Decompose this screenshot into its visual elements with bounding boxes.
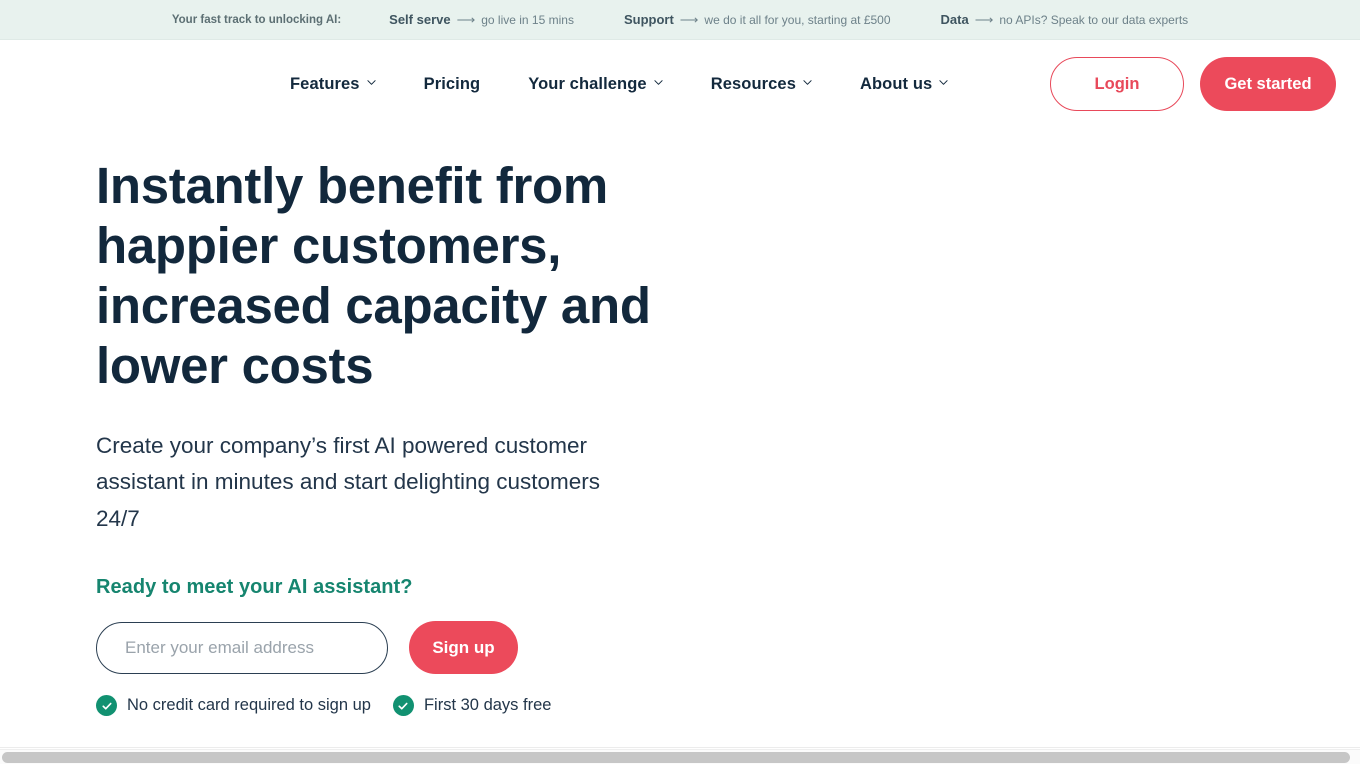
nav-item-pricing[interactable]: Pricing [424, 75, 481, 94]
check-circle-icon [392, 695, 414, 716]
page-title: Instantly benefit from happier customers… [96, 157, 651, 394]
nav-item-label: Pricing [423, 74, 481, 93]
announcement-item-self-serve[interactable]: Self serve ⟶ go live in 15 mins [389, 12, 574, 27]
nav-item-label: About us [859, 74, 933, 93]
nav-item-resources[interactable]: Resources [711, 75, 812, 94]
announcement-item-label: Support [623, 12, 674, 27]
nav-item-about-us[interactable]: About us [860, 75, 948, 94]
hero-subtitle: Create your company’s first AI powered c… [96, 432, 600, 531]
chevron-down-icon [366, 78, 376, 87]
announcement-intro: Your fast track to unlocking AI: [171, 13, 342, 26]
cta-heading: Ready to meet your AI assistant? [96, 576, 413, 598]
nav-item-label: Your challenge [528, 74, 647, 93]
email-input[interactable] [96, 621, 388, 674]
nav-links: Features Pricing Your challenge Resource… [290, 40, 948, 128]
announcement-bar: Your fast track to unlocking AI: Self se… [0, 0, 1360, 40]
announcement-item-data[interactable]: Data ⟶ no APIs? Speak to our data expert… [941, 12, 1189, 27]
nav-item-your-challenge[interactable]: Your challenge [528, 74, 663, 94]
announcement-item-desc: no APIs? Speak to our data experts [999, 13, 1189, 27]
scrollbar-thumb[interactable] [2, 752, 1350, 763]
announcement-item-label: Data [940, 12, 969, 27]
feature-tick-list: No credit card required to sign up First… [96, 695, 1360, 716]
list-item: First 30 days free [392, 695, 552, 716]
announcement-item-label: Self serve [389, 12, 451, 27]
nav-actions: Login Get started [1050, 40, 1336, 128]
horizontal-scrollbar[interactable] [0, 749, 1360, 764]
tick-label: First 30 days free [423, 696, 552, 714]
list-item: No credit card required to sign up [96, 695, 371, 716]
chevron-down-icon [939, 78, 948, 87]
announcement-item-desc: we do it all for you, starting at £500 [704, 13, 891, 27]
page-divider [0, 747, 1360, 748]
long-arrow-right-icon: ⟶ [974, 12, 994, 27]
tick-label: No credit card required to sign up [127, 696, 371, 714]
nav-item-label: Resources [710, 74, 796, 93]
hero-section: Instantly benefit from happier customers… [0, 128, 1360, 716]
announcement-item-support[interactable]: Support ⟶ we do it all for you, starting… [624, 12, 891, 27]
chevron-down-icon [803, 78, 812, 87]
signup-form: Sign up [96, 621, 1360, 674]
sign-up-button[interactable]: Sign up [409, 621, 518, 674]
nav-item-label: Features [290, 74, 360, 93]
announcement-item-desc: go live in 15 mins [481, 13, 574, 27]
nav-item-features[interactable]: Features [290, 75, 376, 94]
check-circle-icon [96, 695, 117, 716]
main-navigation: Features Pricing Your challenge Resource… [0, 40, 1360, 128]
chevron-down-icon [654, 78, 663, 87]
long-arrow-right-icon: ⟶ [456, 12, 476, 27]
get-started-button[interactable]: Get started [1200, 57, 1336, 111]
login-button[interactable]: Login [1050, 57, 1184, 111]
long-arrow-right-icon: ⟶ [679, 12, 699, 27]
